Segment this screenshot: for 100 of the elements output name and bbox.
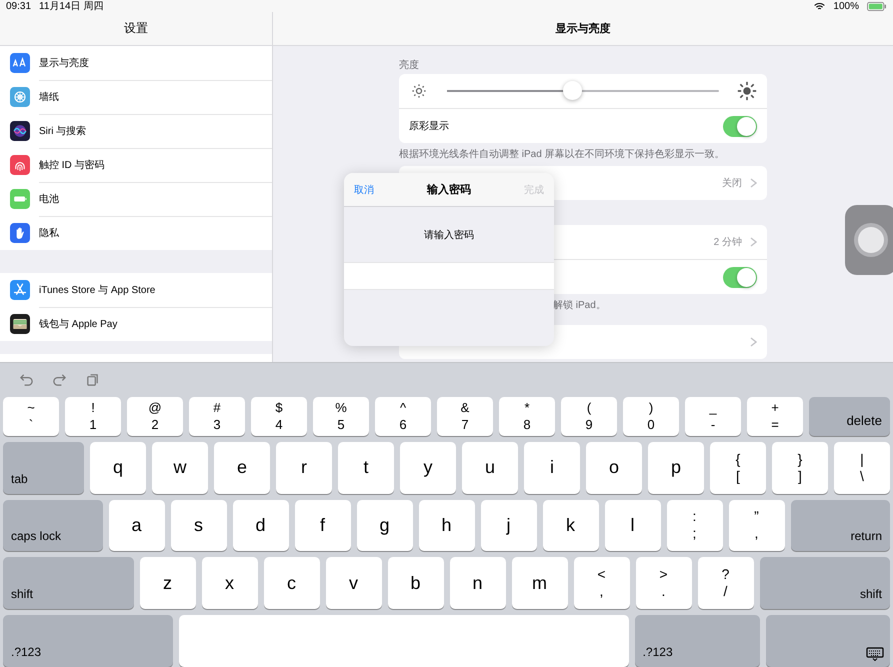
key[interactable]: shift — [760, 557, 890, 610]
hand-icon — [10, 223, 30, 243]
key[interactable]: c — [264, 557, 320, 610]
sidebar-item[interactable]: iTunes Store 与 App Store — [39, 272, 272, 308]
key[interactable]: + = — [747, 396, 803, 436]
sun-large-icon — [737, 81, 757, 101]
section-label: 亮度 — [399, 59, 420, 71]
key[interactable]: ? / — [698, 557, 754, 610]
key[interactable]: r — [276, 442, 332, 494]
password-field[interactable] — [344, 262, 554, 290]
key[interactable]: * 8 — [499, 396, 555, 436]
setting-label: 原彩显示 — [409, 120, 450, 133]
display-icon — [10, 53, 30, 73]
cancel-button[interactable]: 取消 — [354, 182, 374, 196]
assistive-touch-button[interactable] — [845, 205, 893, 275]
status-date: 11月14日 周四 — [39, 0, 104, 13]
slider-thumb[interactable] — [563, 81, 582, 100]
key[interactable]: n — [450, 557, 506, 610]
key[interactable]: h — [418, 500, 474, 552]
key[interactable]: @ 2 — [127, 396, 183, 436]
key[interactable]: f — [294, 500, 350, 552]
key[interactable]: ( 9 — [561, 396, 617, 436]
chevron-icon — [750, 178, 757, 188]
chevron-icon — [750, 237, 757, 247]
key[interactable]: ! 1 — [65, 396, 121, 436]
key[interactable]: .?123 — [3, 615, 173, 667]
key[interactable]: p — [648, 442, 704, 494]
key[interactable]: $ 4 — [251, 396, 307, 436]
key[interactable]: q — [90, 442, 146, 494]
battery-icon — [867, 2, 887, 10]
key[interactable]: & 7 — [437, 396, 493, 436]
key[interactable]: delete — [809, 396, 890, 436]
key[interactable]: j — [480, 500, 536, 552]
setting-value: 关闭 — [722, 176, 742, 190]
key[interactable]: t — [338, 442, 394, 494]
key[interactable]: w — [152, 442, 208, 494]
sidebar-item[interactable]: 隐私 — [39, 216, 272, 250]
key[interactable]: .?123 — [634, 615, 760, 667]
fingerprint-icon — [10, 155, 30, 175]
toggle-switch[interactable] — [723, 266, 757, 288]
key[interactable]: % 5 — [313, 396, 369, 436]
undo-icon[interactable] — [19, 372, 34, 388]
sidebar-title: 设置 — [0, 12, 272, 46]
dialog-title: 输入密码 — [426, 182, 472, 197]
key[interactable]: x — [202, 557, 258, 610]
battery-icon — [10, 189, 30, 209]
keyboard-icon — [866, 646, 884, 661]
key[interactable]: b — [388, 557, 444, 610]
wifi-icon — [814, 2, 826, 10]
key[interactable]: _ - — [685, 396, 741, 436]
setting-value: 2 分钟 — [714, 236, 742, 249]
app-store-icon — [10, 280, 30, 300]
dialog-message: 请输入密码 — [423, 228, 475, 242]
sidebar-item[interactable]: 触控 ID 与密码 — [39, 148, 272, 182]
status-time: 09:31 — [6, 0, 32, 12]
key[interactable]: u — [462, 442, 518, 494]
key[interactable]: ~ ` — [3, 396, 59, 436]
key[interactable]: g — [356, 500, 412, 552]
key[interactable]: o — [586, 442, 642, 494]
paste-icon[interactable] — [85, 372, 100, 388]
sidebar-item[interactable]: 电池 — [39, 182, 272, 216]
key[interactable]: < , — [574, 557, 630, 610]
key[interactable]: m — [512, 557, 568, 610]
key[interactable]: l — [604, 500, 660, 552]
key[interactable]: d — [232, 500, 288, 552]
footnote: 解锁 iPad。 — [553, 300, 606, 311]
siri-icon — [10, 121, 30, 141]
key[interactable]: | \ — [834, 442, 890, 494]
key[interactable]: return — [790, 500, 890, 552]
sidebar-item[interactable]: 显示与亮度 — [39, 46, 272, 80]
key[interactable]: : ; — [666, 500, 722, 552]
sidebar-item[interactable]: 钱包与 Apple Pay — [39, 307, 272, 341]
key[interactable]: # 3 — [189, 396, 245, 436]
footnote: 根据环境光线条件自动调整 iPad 屏幕以在不同环境下保持色彩显示一致。 — [399, 148, 726, 162]
key[interactable]: tab — [3, 442, 84, 494]
key[interactable]: a — [108, 500, 164, 552]
sidebar-item[interactable]: Siri 与搜索 — [39, 114, 272, 148]
key[interactable]: ^ 6 — [375, 396, 431, 436]
key[interactable]: { [ — [710, 442, 766, 494]
key[interactable]: ) 0 — [623, 396, 679, 436]
key[interactable]: caps lock — [3, 500, 102, 552]
key[interactable]: z — [140, 557, 196, 610]
battery-percent: 100% — [833, 0, 859, 12]
chevron-icon — [750, 337, 757, 347]
key[interactable]: e — [214, 442, 270, 494]
key[interactable]: ” , — [728, 500, 784, 552]
key[interactable]: k — [542, 500, 598, 552]
wallet-icon — [10, 314, 30, 334]
sidebar-item[interactable]: 墙纸 — [39, 80, 272, 114]
key[interactable]: s — [170, 500, 226, 552]
key[interactable]: shift — [3, 557, 134, 610]
key[interactable]: v — [326, 557, 382, 610]
toggle-switch[interactable] — [723, 116, 757, 136]
key[interactable]: } ] — [772, 442, 828, 494]
key[interactable]: y — [400, 442, 456, 494]
key[interactable]: > . — [636, 557, 692, 610]
redo-icon[interactable] — [52, 372, 67, 388]
page-title: 显示与亮度 — [273, 12, 893, 46]
key[interactable]: i — [524, 442, 580, 494]
flower-icon — [10, 87, 30, 107]
